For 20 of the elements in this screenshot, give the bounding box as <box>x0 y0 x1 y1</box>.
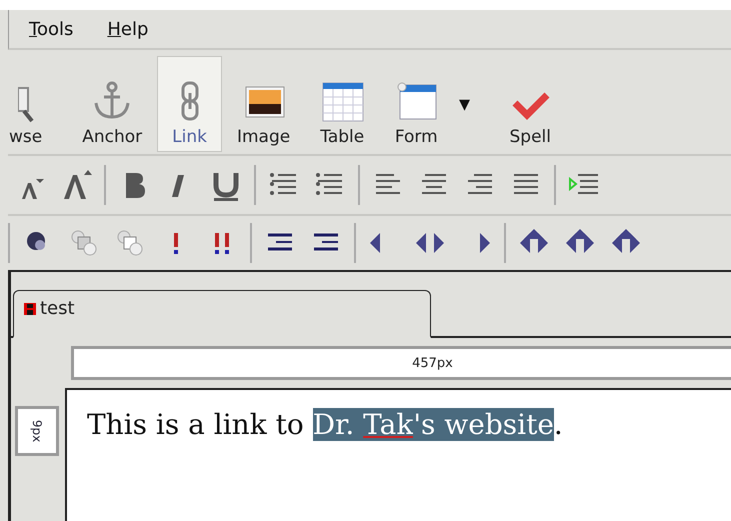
document-tab[interactable]: test <box>13 290 431 338</box>
image-button[interactable]: Image <box>222 56 306 152</box>
more-dropdown[interactable]: ▾ <box>453 91 490 117</box>
ruler-label: 457px <box>412 356 453 370</box>
document-text: Dr. <box>312 408 364 441</box>
floppy-icon <box>24 302 36 314</box>
editor-area[interactable]: This is a link to Dr. Tak's website. <box>65 388 731 521</box>
anchor-button[interactable]: Anchor <box>67 56 158 152</box>
form-button[interactable]: Form <box>379 56 454 152</box>
table-button[interactable]: Table <box>305 56 380 152</box>
menu-item[interactable]: Tools <box>29 18 74 40</box>
link-button[interactable]: Link <box>157 56 222 152</box>
document-text: This is a link to <box>87 408 305 441</box>
spell-button[interactable]: Spell <box>490 56 570 152</box>
document-text: . <box>554 408 563 441</box>
menu-item[interactable]: Help <box>107 18 148 40</box>
ruler-label: 9px <box>30 420 44 442</box>
document-text: Tak <box>363 408 414 441</box>
document-text: 's website <box>413 408 554 441</box>
browse-button[interactable]: wse <box>8 56 68 152</box>
